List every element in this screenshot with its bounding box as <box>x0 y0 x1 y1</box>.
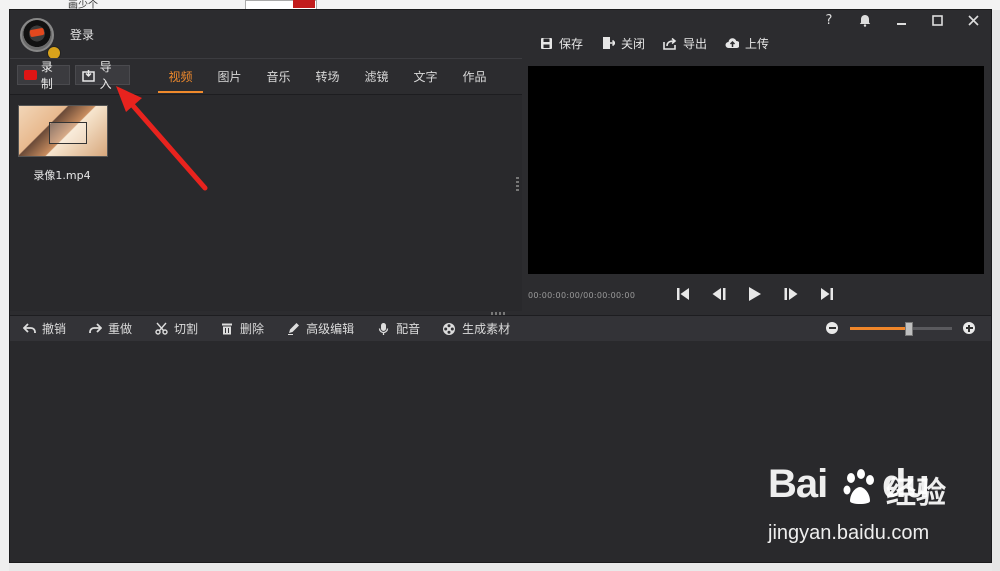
generate-material-label: 生成素材 <box>462 322 511 336</box>
play-icon <box>749 287 761 301</box>
import-icon <box>82 69 95 82</box>
main-toolbar: 保存 关闭 导出 上传 <box>539 34 787 52</box>
dubbing-label: 配音 <box>396 322 421 336</box>
playback-controls <box>674 284 836 304</box>
watermark-chinese: 经验 <box>886 476 946 511</box>
scissors-icon <box>154 322 168 336</box>
zoom-slider-knob[interactable] <box>905 322 914 336</box>
tab-transition[interactable]: 转场 <box>303 59 352 94</box>
tab-text[interactable]: 文字 <box>401 59 450 94</box>
next-frame-icon <box>784 288 798 300</box>
advanced-edit-label: 高级编辑 <box>306 322 355 336</box>
undo-label: 撤销 <box>42 322 67 336</box>
upload-label: 上传 <box>745 36 770 51</box>
login-link[interactable]: 登录 <box>70 26 94 43</box>
previous-frame-button[interactable] <box>710 284 728 304</box>
media-library-panel: 录制 导入 视频 图片 音乐 转场 滤镜 文字 作品 录像1.mp4 <box>10 58 522 311</box>
watermark-url: jingyan.baidu.com <box>768 522 930 544</box>
background-left-strip <box>0 10 9 571</box>
skip-to-start-button[interactable] <box>674 284 692 304</box>
tab-music[interactable]: 音乐 <box>254 59 303 94</box>
media-filename: 录像1.mp4 <box>33 169 91 182</box>
bell-icon <box>859 14 871 27</box>
save-icon <box>539 36 553 50</box>
record-label: 录制 <box>40 60 53 91</box>
delete-label: 删除 <box>240 322 265 336</box>
baidu-watermark: Bai du 经验 jingyan.baidu.com <box>768 462 978 552</box>
zoom-slider[interactable] <box>850 322 952 336</box>
zoom-slider-fill <box>850 327 909 330</box>
paw-icon <box>843 469 874 504</box>
skip-end-icon <box>821 288 833 300</box>
undo-button[interactable]: 撤销 <box>22 316 88 341</box>
video-preview[interactable] <box>528 66 984 274</box>
save-label: 保存 <box>559 36 584 51</box>
import-label: 导入 <box>99 60 112 91</box>
previous-frame-icon <box>712 288 726 300</box>
media-library-header: 录制 导入 视频 图片 音乐 转场 滤镜 文字 作品 <box>10 59 522 95</box>
playback-timecode: 00:00:00:00/00:00:00:00 <box>528 291 636 300</box>
background-thumbnail-red <box>293 0 315 8</box>
film-reel-icon <box>442 322 456 336</box>
skin-button[interactable] <box>847 10 883 30</box>
media-thumbnail[interactable] <box>18 105 108 157</box>
undo-icon <box>22 322 36 336</box>
tab-works[interactable]: 作品 <box>450 59 499 94</box>
skip-start-icon <box>677 288 689 300</box>
next-frame-button[interactable] <box>782 284 800 304</box>
close-project-label: 关闭 <box>621 36 646 51</box>
redo-button[interactable]: 重做 <box>88 316 154 341</box>
export-label: 导出 <box>683 36 708 51</box>
maximize-button[interactable] <box>919 10 955 30</box>
record-icon <box>24 70 37 80</box>
record-button[interactable]: 录制 <box>17 60 70 91</box>
zoom-out-button[interactable] <box>826 322 838 334</box>
app-logo <box>20 18 61 60</box>
advanced-edit-button[interactable]: 高级编辑 <box>286 316 376 341</box>
upload-button[interactable]: 上传 <box>725 34 787 52</box>
watermark-brand: Bai <box>768 462 828 506</box>
exit-icon <box>601 36 615 50</box>
media-tabs: 视频 图片 音乐 转场 滤镜 文字 作品 <box>156 59 499 94</box>
edit-actions: 撤销 重做 切割 删除 高级编辑 配音 生成素材 <box>22 316 532 341</box>
redo-icon <box>88 322 102 336</box>
maximize-icon <box>931 14 943 26</box>
play-button[interactable] <box>746 284 764 304</box>
import-button[interactable]: 导入 <box>75 60 130 91</box>
cloud-upload-icon <box>725 36 740 50</box>
dubbing-button[interactable]: 配音 <box>376 316 442 341</box>
export-button[interactable]: 导出 <box>663 34 725 52</box>
redo-label: 重做 <box>108 322 133 336</box>
close-button[interactable] <box>955 10 991 30</box>
zoom-in-button[interactable] <box>963 322 975 334</box>
background-right-strip <box>992 10 1000 571</box>
trash-icon <box>220 322 234 336</box>
cut-button[interactable]: 切割 <box>154 316 220 341</box>
tab-filter[interactable]: 滤镜 <box>352 59 401 94</box>
help-button[interactable]: ? <box>811 10 847 30</box>
tab-image[interactable]: 图片 <box>205 59 254 94</box>
title-bar: 登录 ? 保存 关闭 导出 上传 <box>10 10 991 60</box>
panel-resize-handle[interactable] <box>516 177 519 191</box>
save-button[interactable]: 保存 <box>539 34 601 52</box>
skip-to-end-button[interactable] <box>818 284 836 304</box>
tab-video[interactable]: 视频 <box>156 59 205 94</box>
close-project-button[interactable]: 关闭 <box>601 34 663 52</box>
pencil-icon <box>286 322 300 336</box>
delete-button[interactable]: 删除 <box>220 316 286 341</box>
close-icon <box>967 14 979 26</box>
cut-label: 切割 <box>174 322 199 336</box>
minimize-button[interactable] <box>883 10 919 30</box>
help-icon: ? <box>825 12 833 28</box>
share-icon <box>663 36 677 50</box>
minimize-icon <box>896 22 906 25</box>
generate-material-button[interactable]: 生成素材 <box>442 316 532 341</box>
window-controls: ? <box>811 10 991 30</box>
microphone-icon <box>376 322 390 336</box>
edit-toolbar: 撤销 重做 切割 删除 高级编辑 配音 生成素材 <box>10 315 991 342</box>
